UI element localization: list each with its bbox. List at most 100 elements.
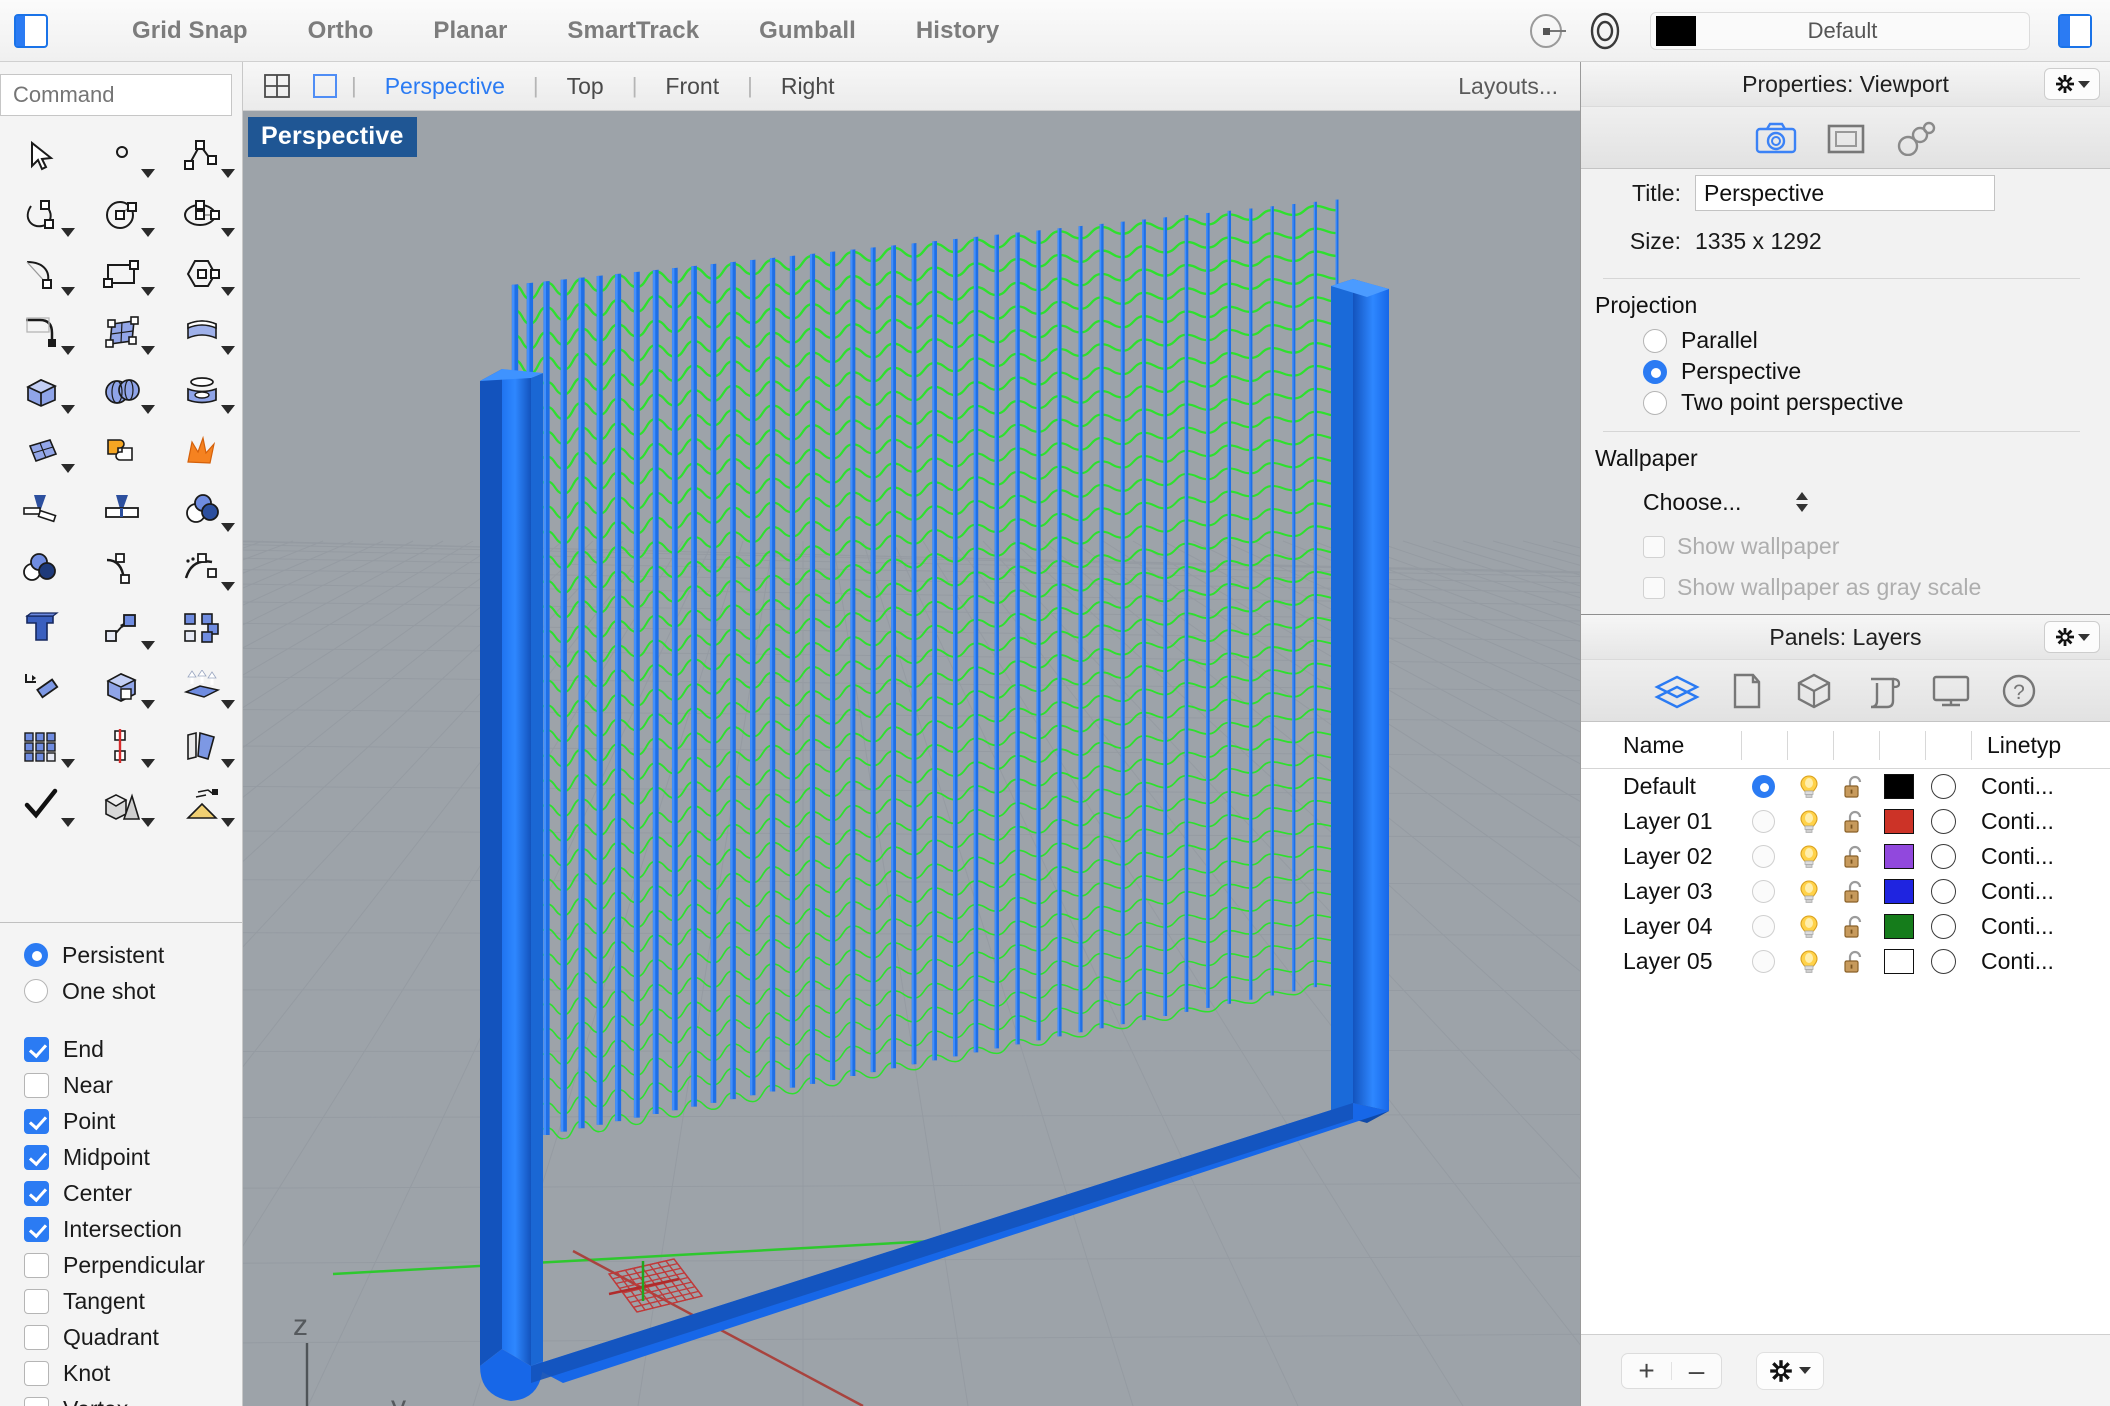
layer-current-radio-icon[interactable]: [1752, 775, 1775, 798]
layer-visibility-bulb-icon[interactable]: [1796, 844, 1822, 870]
tool-checkmark-icon[interactable]: [2, 775, 82, 834]
layer-color-swatch[interactable]: [1883, 879, 1914, 904]
radio-icon[interactable]: [24, 943, 48, 967]
layer-lock-cell[interactable]: [1831, 774, 1876, 800]
checkbox-icon[interactable]: [1643, 576, 1665, 599]
layer-color-cell[interactable]: [1876, 774, 1921, 799]
object-properties-icon[interactable]: [1793, 671, 1835, 711]
tool-dropdown-arrow-icon[interactable]: [141, 700, 155, 709]
tool-box-icon[interactable]: [2, 362, 82, 421]
help-icon[interactable]: ?: [1999, 671, 2039, 711]
checkbox-icon[interactable]: [24, 1396, 49, 1406]
layer-material-cell[interactable]: [1921, 949, 1966, 974]
layer-material-cell[interactable]: [1921, 879, 1966, 904]
tool-dropdown-arrow-icon[interactable]: [221, 523, 235, 532]
layer-color-cell[interactable]: [1876, 879, 1921, 904]
command-input[interactable]: [0, 74, 232, 116]
layer-visibility-bulb-icon[interactable]: [1796, 914, 1822, 940]
layer-lock-cell[interactable]: [1831, 949, 1876, 975]
viewport-canvas[interactable]: Perspective z: [243, 111, 1580, 1406]
layer-current-cell[interactable]: [1741, 915, 1786, 938]
single-pane-layout-icon[interactable]: [310, 71, 340, 101]
checkbox-icon[interactable]: [24, 1180, 49, 1206]
layer-color-swatch[interactable]: [1883, 774, 1914, 799]
toggle-ortho[interactable]: Ortho: [278, 13, 404, 49]
viewport-camera-icon[interactable]: [1754, 120, 1798, 156]
toggle-smarttrack[interactable]: SmartTrack: [537, 13, 729, 49]
tool-blend-curve-icon[interactable]: [82, 539, 162, 598]
layer-visibility-cell[interactable]: [1786, 774, 1831, 800]
osnap-center[interactable]: Center: [24, 1175, 242, 1211]
tool-boolean-union-icon[interactable]: [82, 421, 162, 480]
tool-dropdown-arrow-icon[interactable]: [61, 818, 75, 827]
tool-boolean-difference-icon[interactable]: [162, 480, 242, 539]
layer-material-cell[interactable]: [1921, 774, 1966, 799]
tool-polygon-icon[interactable]: [162, 244, 242, 303]
checkbox-icon[interactable]: [24, 1216, 49, 1242]
tool-dropdown-arrow-icon[interactable]: [221, 169, 235, 178]
layer-current-radio-icon[interactable]: [1752, 915, 1775, 938]
layer-lock-icon[interactable]: [1841, 879, 1867, 905]
layer-visibility-bulb-icon[interactable]: [1796, 774, 1822, 800]
layer-material-icon[interactable]: [1931, 774, 1956, 799]
layer-current-radio-icon[interactable]: [1752, 845, 1775, 868]
layer-visibility-bulb-icon[interactable]: [1796, 809, 1822, 835]
osnap-mode-one-shot[interactable]: One shot: [24, 973, 242, 1009]
layer-lock-icon[interactable]: [1841, 774, 1867, 800]
tool-text-icon[interactable]: [2, 598, 82, 657]
layer-current-cell[interactable]: [1741, 845, 1786, 868]
tool-shade-objects-icon[interactable]: [82, 775, 162, 834]
viewport-name-label[interactable]: Perspective: [248, 117, 417, 157]
layer-visibility-bulb-icon[interactable]: [1796, 879, 1822, 905]
checkbox-icon[interactable]: [24, 1360, 49, 1386]
show-wallpaper-check[interactable]: Show wallpaper: [1581, 526, 2110, 567]
wallpaper-choose-dropdown[interactable]: Choose...: [1581, 478, 2110, 526]
add-remove-layer-buttons[interactable]: + –: [1621, 1352, 1722, 1389]
radio-icon[interactable]: [1643, 390, 1667, 415]
current-layer-selector[interactable]: Default: [1650, 11, 2030, 50]
display-icon[interactable]: [1929, 671, 1973, 711]
tool-dropdown-arrow-icon[interactable]: [221, 346, 235, 355]
osnap-quadrant[interactable]: Quadrant: [24, 1319, 242, 1355]
viewport-tab-top[interactable]: Top: [541, 73, 630, 100]
layer-material-cell[interactable]: [1921, 809, 1966, 834]
tool-rotate-icon[interactable]: [2, 657, 82, 716]
checkbox-icon[interactable]: [24, 1288, 49, 1314]
layer-visibility-cell[interactable]: [1786, 949, 1831, 975]
tool-fillet-curve-icon[interactable]: [2, 303, 82, 362]
tool-dropdown-arrow-icon[interactable]: [61, 287, 75, 296]
osnap-perpendicular[interactable]: Perpendicular: [24, 1247, 242, 1283]
layer-color-cell[interactable]: [1876, 914, 1921, 939]
tool-dropdown-arrow-icon[interactable]: [141, 759, 155, 768]
tool-sphere-icon[interactable]: [82, 362, 162, 421]
viewport-tab-perspective[interactable]: Perspective: [359, 73, 531, 100]
checkbox-icon[interactable]: [1643, 535, 1665, 558]
osnap-vertex[interactable]: Vertex: [24, 1391, 242, 1406]
tool-cylinder-icon[interactable]: [162, 362, 242, 421]
layer-lock-cell[interactable]: [1831, 844, 1876, 870]
tool-dropdown-arrow-icon[interactable]: [141, 818, 155, 827]
layers-icon[interactable]: [1653, 671, 1701, 711]
layer-lock-cell[interactable]: [1831, 879, 1876, 905]
viewport-display-icon[interactable]: [1824, 120, 1868, 156]
layer-current-cell[interactable]: [1741, 775, 1786, 798]
osnap-midpoint[interactable]: Midpoint: [24, 1139, 242, 1175]
toggle-history[interactable]: History: [886, 13, 1029, 49]
layer-visibility-cell[interactable]: [1786, 809, 1831, 835]
tool-control-point-curve-icon[interactable]: [2, 185, 82, 244]
tool-dropdown-arrow-icon[interactable]: [141, 228, 155, 237]
layer-current-cell[interactable]: [1741, 880, 1786, 903]
layer-lock-cell[interactable]: [1831, 914, 1876, 940]
document-icon[interactable]: [1727, 671, 1767, 711]
osnap-target-icon[interactable]: [1582, 8, 1628, 54]
osnap-mode-persistent[interactable]: Persistent: [24, 937, 242, 973]
tool-dropdown-arrow-icon[interactable]: [61, 759, 75, 768]
add-layer-button[interactable]: +: [1622, 1354, 1671, 1388]
layer-current-radio-icon[interactable]: [1752, 950, 1775, 973]
layer-visibility-bulb-icon[interactable]: [1796, 949, 1822, 975]
tool-dropdown-arrow-icon[interactable]: [221, 405, 235, 414]
tool-render-icon[interactable]: [162, 775, 242, 834]
tool-surface-from-points-icon[interactable]: [82, 303, 162, 362]
tool-dropdown-arrow-icon[interactable]: [61, 405, 75, 414]
tool-dropdown-arrow-icon[interactable]: [141, 346, 155, 355]
